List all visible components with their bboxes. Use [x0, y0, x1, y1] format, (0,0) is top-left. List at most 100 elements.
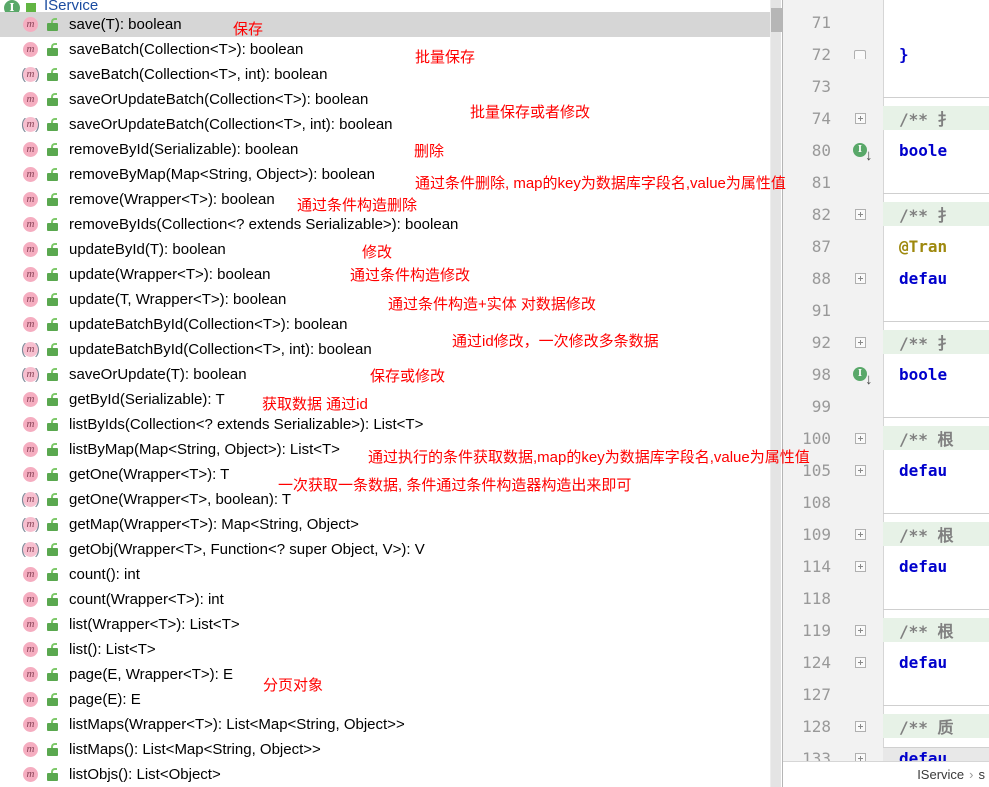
method-row[interactable]: m removeByMap(Map<String, Object>): boole…	[0, 162, 772, 187]
method-signature: getById(Serializable): T	[69, 391, 225, 408]
method-row[interactable]: m listObjs(): List<Object>	[0, 762, 772, 787]
method-signature: listByIds(Collection<? extends Serializa…	[69, 416, 424, 433]
fold-expand-icon[interactable]	[837, 624, 883, 636]
line-number: 118	[802, 588, 831, 608]
method-signature: update(Wrapper<T>): boolean	[69, 266, 271, 283]
code-line[interactable]: 82 /** 扌	[783, 198, 989, 230]
method-row[interactable]: ()m updateBatchById(Collection<T>, int): …	[0, 337, 772, 362]
method-signature: updateBatchById(Collection<T>): boolean	[69, 316, 348, 333]
method-row[interactable]: m listMaps(): List<Map<String, Object>>	[0, 737, 772, 762]
method-row[interactable]: m removeByIds(Collection<? extends Serial…	[0, 212, 772, 237]
method-row[interactable]: ()m saveBatch(Collection<T>, int): boolea…	[0, 62, 772, 87]
public-lock-icon	[46, 318, 59, 331]
code-line[interactable]: 74 /** 扌	[783, 102, 989, 134]
method-row[interactable]: ()m getOne(Wrapper<T>, boolean): T	[0, 487, 772, 512]
fold-expand-icon[interactable]	[837, 336, 883, 348]
fold-expand-icon[interactable]	[837, 272, 883, 284]
method-signature: saveOrUpdate(T): boolean	[69, 366, 247, 383]
popup-title: IService	[44, 0, 99, 12]
method-row[interactable]: m listByIds(Collection<? extends Serializ…	[0, 412, 772, 437]
code-line[interactable]: 105 defau	[783, 454, 989, 486]
method-row[interactable]: ()m getObj(Wrapper<T>, Function<? super O…	[0, 537, 772, 562]
code-line[interactable]: 109 /** 根	[783, 518, 989, 550]
method-row[interactable]: ()m saveOrUpdateBatch(Collection<T>, int)…	[0, 112, 772, 137]
method-row[interactable]: m update(T, Wrapper<T>): boolean	[0, 287, 772, 312]
method-row[interactable]: m update(Wrapper<T>): boolean	[0, 262, 772, 287]
method-row[interactable]: m updateBatchById(Collection<T>): boolean	[0, 312, 772, 337]
method-icon: ()m	[21, 491, 40, 508]
method-row[interactable]: m page(E, Wrapper<T>): E	[0, 662, 772, 687]
method-row[interactable]: m save(T): boolean	[0, 12, 772, 37]
method-row[interactable]: m remove(Wrapper<T>): boolean	[0, 187, 772, 212]
fold-expand-icon[interactable]	[837, 528, 883, 540]
method-row[interactable]: m getOne(Wrapper<T>): T	[0, 462, 772, 487]
method-row[interactable]: m updateById(T): boolean	[0, 237, 772, 262]
popup-scrollbar[interactable]	[770, 0, 782, 787]
method-row[interactable]: m count(Wrapper<T>): int	[0, 587, 772, 612]
public-lock-icon	[46, 93, 59, 106]
public-lock-icon	[46, 543, 59, 556]
fold-expand-icon[interactable]	[837, 464, 883, 476]
method-row[interactable]: m saveBatch(Collection<T>): boolean	[0, 37, 772, 62]
method-row[interactable]: m listMaps(Wrapper<T>): List<Map<String, …	[0, 712, 772, 737]
member-list[interactable]: m save(T): boolean m saveBatch(Collection<T…	[0, 12, 772, 787]
code-line[interactable]: 88 defau	[783, 262, 989, 294]
code-line[interactable]: 124 defau	[783, 646, 989, 678]
public-lock-icon	[46, 668, 59, 681]
implemented-by-gutter-icon[interactable]: I ↓	[837, 367, 883, 387]
fold-expand-icon[interactable]	[837, 656, 883, 668]
public-lock-icon	[46, 243, 59, 256]
code-line[interactable]: 128 /** 质	[783, 710, 989, 742]
popup-scrollbar-thumb[interactable]	[771, 8, 782, 32]
fold-expand-icon[interactable]	[837, 560, 883, 572]
method-signature: saveBatch(Collection<T>, int): boolean	[69, 66, 328, 83]
method-icon: m	[22, 191, 39, 208]
fold-expand-icon[interactable]	[837, 112, 883, 124]
code-line[interactable]: 80 I ↓ boole	[783, 134, 989, 166]
code-line[interactable]: 100 /** 根	[783, 422, 989, 454]
editor-breadcrumb-bar[interactable]: IService › s	[783, 761, 989, 787]
method-row[interactable]: ()m getMap(Wrapper<T>): Map<String, Objec…	[0, 512, 772, 537]
method-row[interactable]: ()m saveOrUpdate(T): boolean	[0, 362, 772, 387]
code-line[interactable]: 114 defau	[783, 550, 989, 582]
method-row[interactable]: m saveOrUpdateBatch(Collection<T>): boole…	[0, 87, 772, 112]
code-text: @Tran	[899, 236, 948, 256]
method-icon: ()m	[21, 66, 40, 83]
code-editor-pane[interactable]: 71 72} 73 74/** 扌 80 I ↓ boole 81 82/** 扌 87 @Tran 8…	[783, 0, 989, 787]
code-line[interactable]: 98 I ↓ boole	[783, 358, 989, 390]
fold-collapse-icon[interactable]	[837, 49, 883, 59]
breadcrumb-item-1[interactable]: s	[979, 767, 986, 782]
method-row[interactable]: m removeById(Serializable): boolean	[0, 137, 772, 162]
method-row[interactable]: m listByMap(Map<String, Object>): List<T>	[0, 437, 772, 462]
method-row[interactable]: m list(): List<T>	[0, 637, 772, 662]
code-line[interactable]: 71	[783, 6, 989, 38]
file-structure-popup[interactable]: IService m save(T): boolean m saveBatch(Col…	[0, 0, 783, 787]
public-lock-icon	[46, 43, 59, 56]
fold-expand-icon[interactable]	[837, 720, 883, 732]
public-lock-icon	[46, 468, 59, 481]
code-line[interactable]: 92 /** 扌	[783, 326, 989, 358]
method-signature: page(E): E	[69, 691, 141, 708]
code-line[interactable]: 119 /** 根	[783, 614, 989, 646]
code-lines-container[interactable]: 71 72} 73 74/** 扌 80 I ↓ boole 81 82/** 扌 87 @Tran 8…	[783, 0, 989, 769]
method-row[interactable]: m page(E): E	[0, 687, 772, 712]
breadcrumb-item-0[interactable]: IService	[917, 767, 964, 782]
method-signature: listMaps(Wrapper<T>): List<Map<String, O…	[69, 716, 405, 733]
public-lock-icon	[46, 743, 59, 756]
fold-expand-icon[interactable]	[837, 432, 883, 444]
method-icon: m	[22, 216, 39, 233]
line-number: 82	[811, 204, 831, 224]
fold-expand-icon[interactable]	[837, 208, 883, 220]
method-row[interactable]: m getById(Serializable): T	[0, 387, 772, 412]
method-row[interactable]: m list(Wrapper<T>): List<T>	[0, 612, 772, 637]
code-line[interactable]: 87 @Tran	[783, 230, 989, 262]
method-icon: m	[22, 316, 39, 333]
public-lock-icon	[46, 593, 59, 606]
public-lock-icon	[46, 368, 59, 381]
line-number: 98	[811, 364, 831, 384]
implemented-by-gutter-icon[interactable]: I ↓	[837, 143, 883, 163]
method-row[interactable]: m count(): int	[0, 562, 772, 587]
line-number: 127	[802, 684, 831, 704]
code-line[interactable]: 72}	[783, 38, 989, 70]
method-icon: m	[22, 16, 39, 33]
